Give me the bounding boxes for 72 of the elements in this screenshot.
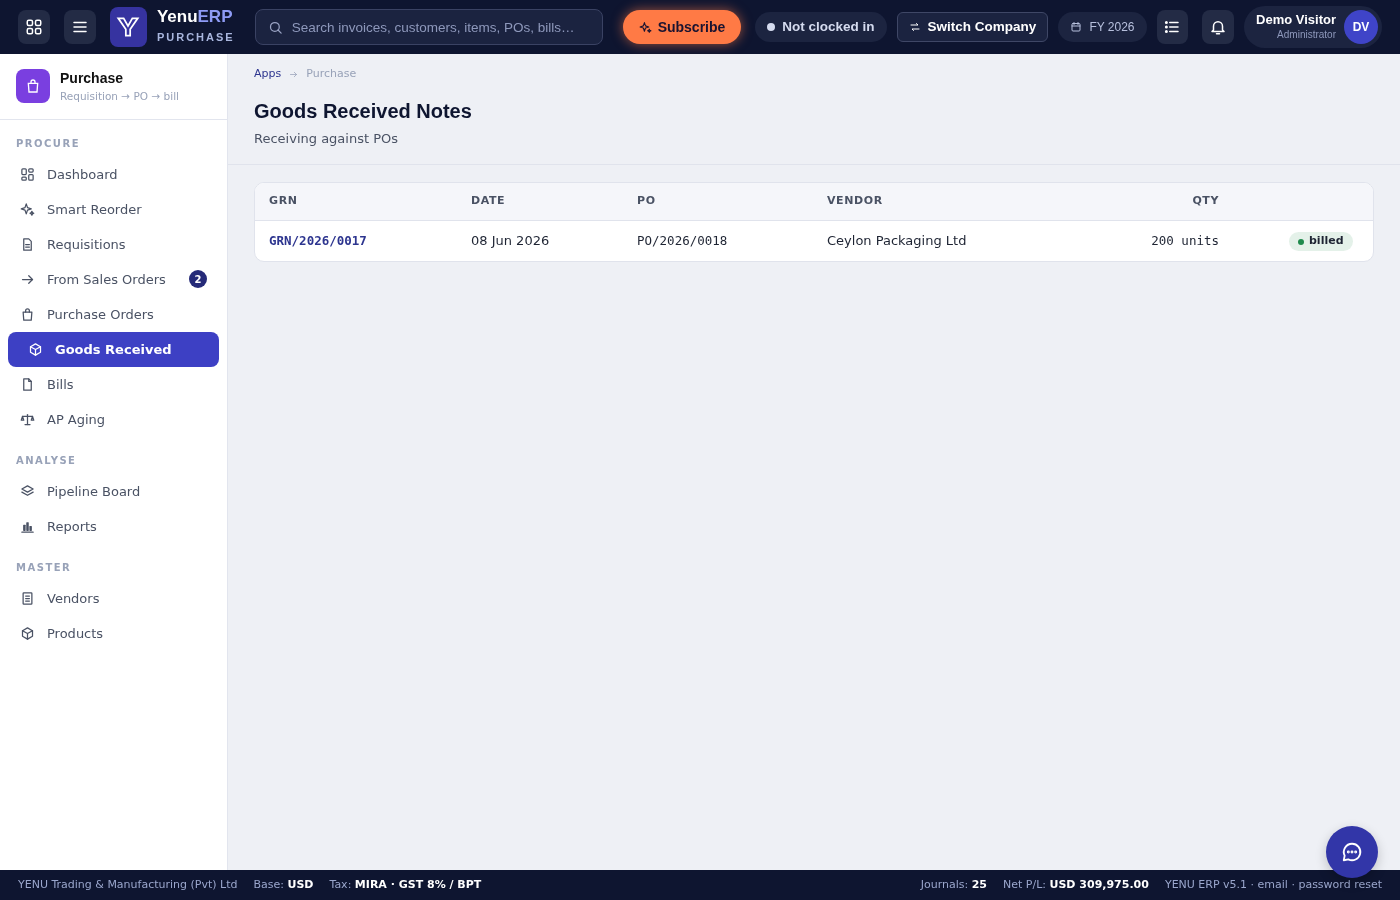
breadcrumb-link[interactable]: Apps [254,66,282,83]
cube-icon [20,625,35,641]
sidebar-item[interactable]: Goods Received [8,331,219,367]
table-cell: PO/2026/0018 [637,232,728,248]
chevron-icon [289,69,299,79]
sidebar-item[interactable]: AP Aging [8,401,219,437]
sparkle-icon [20,201,35,217]
column-header: PO [637,194,656,207]
section-heading: MASTER [15,560,73,575]
subscribe-button[interactable]: Subscribe [622,10,742,44]
status-dot-icon [767,23,776,31]
sidebar-item[interactable]: From Sales Orders 2 [8,261,219,297]
status-text: Tax: MIRA · GST 8% / BPT [329,876,482,893]
column-header: GRN [269,194,298,207]
sparkle-icon [638,20,652,34]
table-cell: Ceylon Packaging Ltd [827,232,967,248]
cube-icon [28,341,43,357]
menu-button[interactable] [63,10,96,44]
grid-icon [24,18,43,36]
column-header: DATE [471,194,506,207]
module-name: PURCHASE [156,30,235,46]
apps-button[interactable] [18,10,50,44]
section-heading: ANALYSE [15,453,78,468]
column-header: QTY [1192,194,1219,207]
sidebar-item[interactable]: Pipeline Board [8,473,219,509]
brand-name: YenuERP [156,8,234,26]
bag-icon [20,306,35,322]
calendar-icon [1070,21,1083,33]
switch-company-button[interactable]: Switch Company [896,12,1049,42]
page-title: Goods Received Notes [254,98,473,123]
search-field[interactable]: Search invoices, customers, items, POs, bills… [254,9,603,45]
notifications-button[interactable] [1202,10,1235,44]
table-cell: 200 units [1151,232,1219,248]
logo [109,7,147,47]
list-button[interactable] [1156,10,1189,44]
page-subtitle: Receiving against POs [254,129,399,148]
table-cell: 08 Jun 2026 [471,232,550,248]
chat-button[interactable] [1326,826,1378,878]
count-badge: 2 [189,270,207,289]
swap-icon [908,21,921,33]
sidebar-item[interactable]: Dashboard [8,156,219,192]
sidebar-item[interactable]: Requisitions [8,226,219,262]
status-text: Journals: 25 [920,876,988,893]
status-badge: billed [1289,232,1353,251]
dashboard-icon [20,166,35,182]
section-heading: PROCURE [15,136,82,151]
bell-icon [1209,18,1228,36]
status-text: YENU Trading & Manufacturing (Pvt) Ltd [18,876,238,893]
status-text: YENU ERP v5.1 · email · password reset [1164,876,1382,893]
chat-icon [1341,841,1363,863]
module-icon [16,69,50,104]
ledger-icon [20,590,35,606]
sidebar-item[interactable]: Smart Reorder [8,191,219,227]
clock-status[interactable]: Not clocked in [755,12,887,42]
scale-icon [20,411,35,427]
module-subtitle: Requisition → PO → bill [60,89,179,104]
status-text: Net P/L: USD 309,975.00 [1003,876,1149,893]
fiscal-year-chip[interactable]: FY 2026 [1058,12,1147,42]
list-icon [1163,18,1182,36]
grn-link[interactable]: GRN/2026/0017 [269,232,367,248]
sidebar-item[interactable]: Products [8,615,219,651]
sidebar-item[interactable]: Vendors [8,580,219,616]
layers-icon [20,483,35,499]
sidebar-item[interactable]: Bills [8,366,219,402]
status-text: Base: USD [253,876,314,893]
file-icon [20,376,35,392]
sidebar-item[interactable]: Purchase Orders [8,296,219,332]
column-header: VENDOR [827,194,883,207]
user-menu[interactable]: Demo Visitor Administrator DV [1244,6,1382,48]
sidebar-item[interactable]: Reports [8,508,219,544]
module-title: Purchase [60,69,125,88]
document-icon [20,236,35,252]
